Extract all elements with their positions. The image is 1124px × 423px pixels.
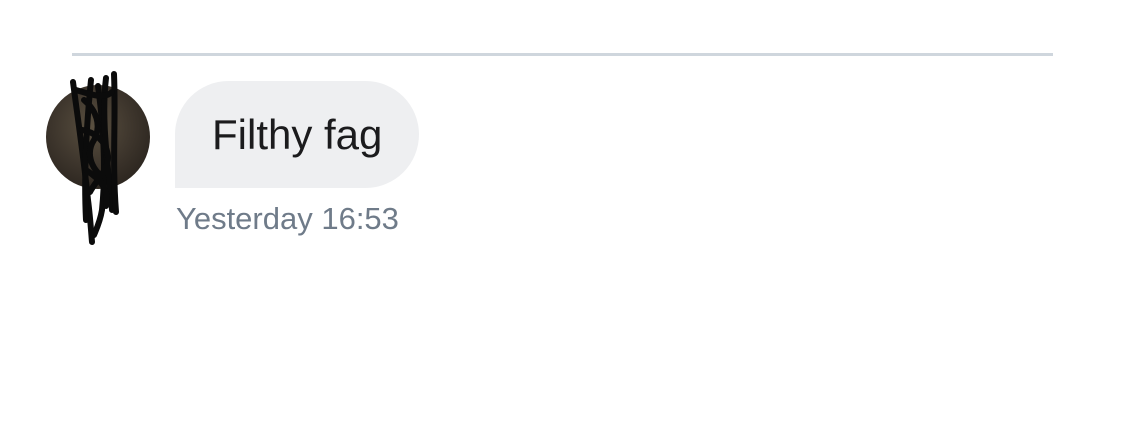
- message-thread: Filthy fag Yesterday 16:53: [0, 0, 1124, 423]
- message-text: Filthy fag: [212, 110, 383, 158]
- message-timestamp: Yesterday 16:53: [176, 201, 399, 236]
- avatar-photo: [46, 71, 150, 245]
- thread-divider: [72, 53, 1053, 56]
- message-bubble[interactable]: Filthy fag: [175, 81, 420, 188]
- avatar[interactable]: [46, 70, 156, 250]
